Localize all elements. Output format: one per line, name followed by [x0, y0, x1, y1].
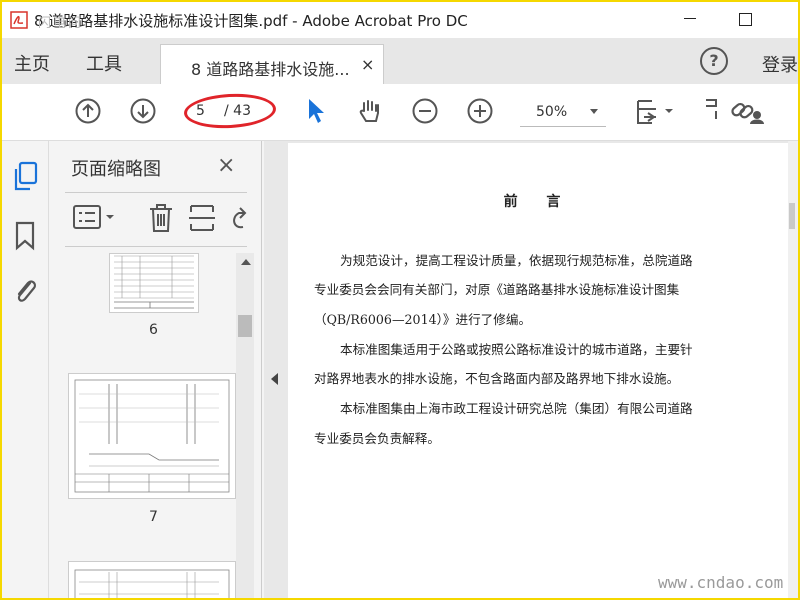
thumbnail-drawing — [74, 569, 230, 598]
document-line: 本标准图集由上海市政工程设计研究总院（集团）有限公司道路 — [340, 401, 693, 416]
document-page: 前 言 为规范设计，提高工程设计质量，依据现行规范标准，总院道路 专业委员会会同… — [288, 143, 788, 598]
divider — [65, 192, 247, 193]
scrollbar-thumb[interactable] — [238, 315, 252, 337]
zoom-value: 50% — [536, 104, 568, 120]
hand-tool-icon[interactable] — [356, 97, 384, 125]
divider — [65, 246, 247, 247]
document-line: 为规范设计，提高工程设计质量，依据现行规范标准，总院道路 — [340, 253, 693, 268]
zoom-in-icon[interactable] — [466, 97, 494, 125]
next-page-icon[interactable] — [129, 97, 157, 125]
panel-close-button[interactable]: × — [217, 153, 235, 178]
minimize-button[interactable] — [682, 10, 698, 26]
select-arrow-icon[interactable] — [306, 97, 326, 125]
document-line: 本标准图集适用于公路或按照公路标准设计的城市道路，主要针 — [340, 342, 693, 357]
help-button[interactable]: ? — [700, 47, 728, 75]
document-scrollbar[interactable] — [788, 141, 798, 598]
paperclip-icon[interactable] — [12, 275, 38, 307]
fit-page-icon[interactable] — [634, 97, 674, 127]
title-bar: 8 道路路基排水设施标准设计图集.pdf - Adobe Acrobat Pro… — [2, 2, 798, 38]
document-line: 专业委员会负责解释。 — [314, 431, 440, 446]
menu-bar: 主页 工具 8 道路路基排水设施... × ? 登录 — [2, 38, 798, 85]
scroll-up-icon[interactable] — [241, 259, 251, 265]
login-button[interactable]: 登录 — [762, 51, 798, 77]
scrollbar-thumb[interactable] — [789, 203, 795, 229]
document-line: 专业委员会会同有关部门，对原《道路路基排水设施标准设计图集 — [314, 282, 680, 297]
page-thumbnail[interactable] — [109, 253, 199, 313]
panel-collapse-handle[interactable] — [264, 141, 286, 598]
chevron-left-icon[interactable] — [271, 373, 278, 385]
document-line: 对路界地表水的排水设施，不包含路面内部及路界地下排水设施。 — [314, 371, 680, 386]
page-thumbnails-icon[interactable] — [12, 161, 40, 193]
comment-icon[interactable] — [704, 97, 720, 125]
menu-home[interactable]: 主页 — [14, 50, 50, 76]
prev-page-icon[interactable] — [74, 97, 102, 125]
app-window: 8 道路路基排水设施标准设计图集.pdf - Adobe Acrobat Pro… — [0, 0, 800, 600]
thumbnail-panel: 页面缩略图 × 6 7 — [49, 141, 262, 598]
thumbnail-drawing — [74, 379, 230, 493]
maximize-button[interactable] — [739, 13, 752, 26]
toolbar: 5 / 43 50% — [2, 84, 798, 141]
page-thumbnail[interactable] — [68, 561, 236, 598]
thumbnail-drawing — [114, 255, 194, 309]
document-tab-label: 8 道路路基排水设施... — [191, 60, 350, 79]
panel-title: 页面缩略图 — [71, 159, 161, 180]
navigation-rail — [2, 141, 49, 598]
options-menu-icon[interactable] — [73, 205, 117, 231]
chevron-down-icon — [590, 109, 598, 114]
zoom-select[interactable]: 50% — [520, 98, 606, 127]
bookmark-icon[interactable] — [14, 221, 36, 251]
rotate-icon[interactable] — [227, 203, 249, 233]
site-watermark: www.cndao.com — [658, 573, 784, 592]
document-viewer[interactable]: 前 言 为规范设计，提高工程设计质量，依据现行规范标准，总院道路 专业委员会会同… — [286, 141, 798, 598]
corner-watermark: 闪电问 — [38, 16, 84, 31]
document-tab[interactable]: 8 道路路基排水设施... × — [160, 44, 384, 85]
acrobat-app-icon — [10, 11, 28, 29]
document-heading: 前 言 — [503, 194, 573, 210]
tab-close-button[interactable]: × — [361, 55, 374, 74]
page-thumbnail[interactable] — [68, 373, 236, 499]
link-icon[interactable] — [730, 97, 764, 125]
highlight-annotation — [183, 91, 277, 131]
insert-page-icon[interactable] — [187, 203, 217, 233]
document-line: （QB/R6006—2014）》进行了修编。 — [314, 312, 532, 327]
trash-icon[interactable] — [147, 203, 175, 233]
window-title: 8 道路路基排水设施标准设计图集.pdf - Adobe Acrobat Pro… — [34, 12, 468, 30]
thumbnail-scrollbar[interactable] — [236, 253, 254, 598]
menu-tools[interactable]: 工具 — [86, 50, 122, 76]
thumbnail-label: 7 — [149, 509, 158, 525]
zoom-out-icon[interactable] — [411, 97, 439, 125]
thumbnail-label: 6 — [149, 322, 158, 338]
